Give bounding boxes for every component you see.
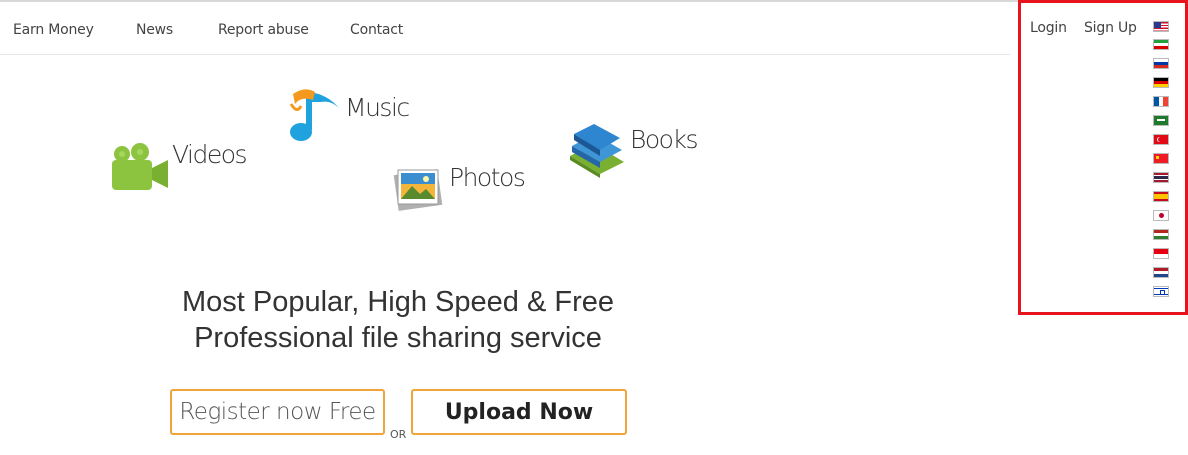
- nav-earn-money[interactable]: Earn Money: [13, 22, 94, 38]
- nav-report-abuse[interactable]: Report abuse: [218, 22, 309, 38]
- flag-china-icon[interactable]: [1153, 153, 1169, 164]
- books-label[interactable]: Books: [630, 125, 698, 154]
- flag-turkey-icon[interactable]: [1153, 134, 1169, 145]
- video-camera-icon[interactable]: [108, 140, 170, 197]
- account-language-panel: Login Sign Up: [1018, 2, 1188, 315]
- login-link[interactable]: Login: [1030, 20, 1067, 36]
- flag-netherlands-icon[interactable]: [1153, 267, 1169, 278]
- flag-saudi-icon[interactable]: [1153, 115, 1169, 126]
- register-button[interactable]: Register now Free: [170, 389, 385, 435]
- flag-afghanistan-icon[interactable]: [1153, 229, 1169, 240]
- music-note-icon[interactable]: [287, 84, 345, 151]
- hero-headline-line1: Most Popular, High Speed & Free: [181, 286, 614, 318]
- photos-label[interactable]: Photos: [449, 163, 526, 192]
- nav-news[interactable]: News: [136, 22, 173, 38]
- hero-headline-line2: Professional file sharing service: [194, 322, 602, 354]
- signup-link[interactable]: Sign Up: [1084, 20, 1137, 36]
- flag-indonesia-icon[interactable]: [1153, 248, 1169, 259]
- videos-label[interactable]: Videos: [172, 140, 248, 169]
- flag-thailand-icon[interactable]: [1153, 172, 1169, 183]
- top-navigation: Earn Money News Report abuse Contact: [0, 2, 1010, 55]
- photos-icon[interactable]: [390, 162, 446, 219]
- flag-spain-icon[interactable]: [1153, 191, 1169, 202]
- flag-germany-icon[interactable]: [1153, 77, 1169, 88]
- flag-japan-icon[interactable]: [1153, 210, 1169, 221]
- flag-france-icon[interactable]: [1153, 96, 1169, 107]
- upload-button[interactable]: Upload Now: [411, 389, 627, 435]
- nav-contact[interactable]: Contact: [350, 22, 403, 38]
- flag-us-icon[interactable]: [1153, 21, 1169, 32]
- flag-russia-icon[interactable]: [1153, 58, 1169, 69]
- flag-israel-icon[interactable]: [1153, 286, 1169, 297]
- books-icon[interactable]: [566, 122, 628, 185]
- or-separator: OR: [390, 428, 407, 441]
- music-label[interactable]: Music: [345, 93, 410, 122]
- flag-iran-icon[interactable]: [1153, 39, 1169, 50]
